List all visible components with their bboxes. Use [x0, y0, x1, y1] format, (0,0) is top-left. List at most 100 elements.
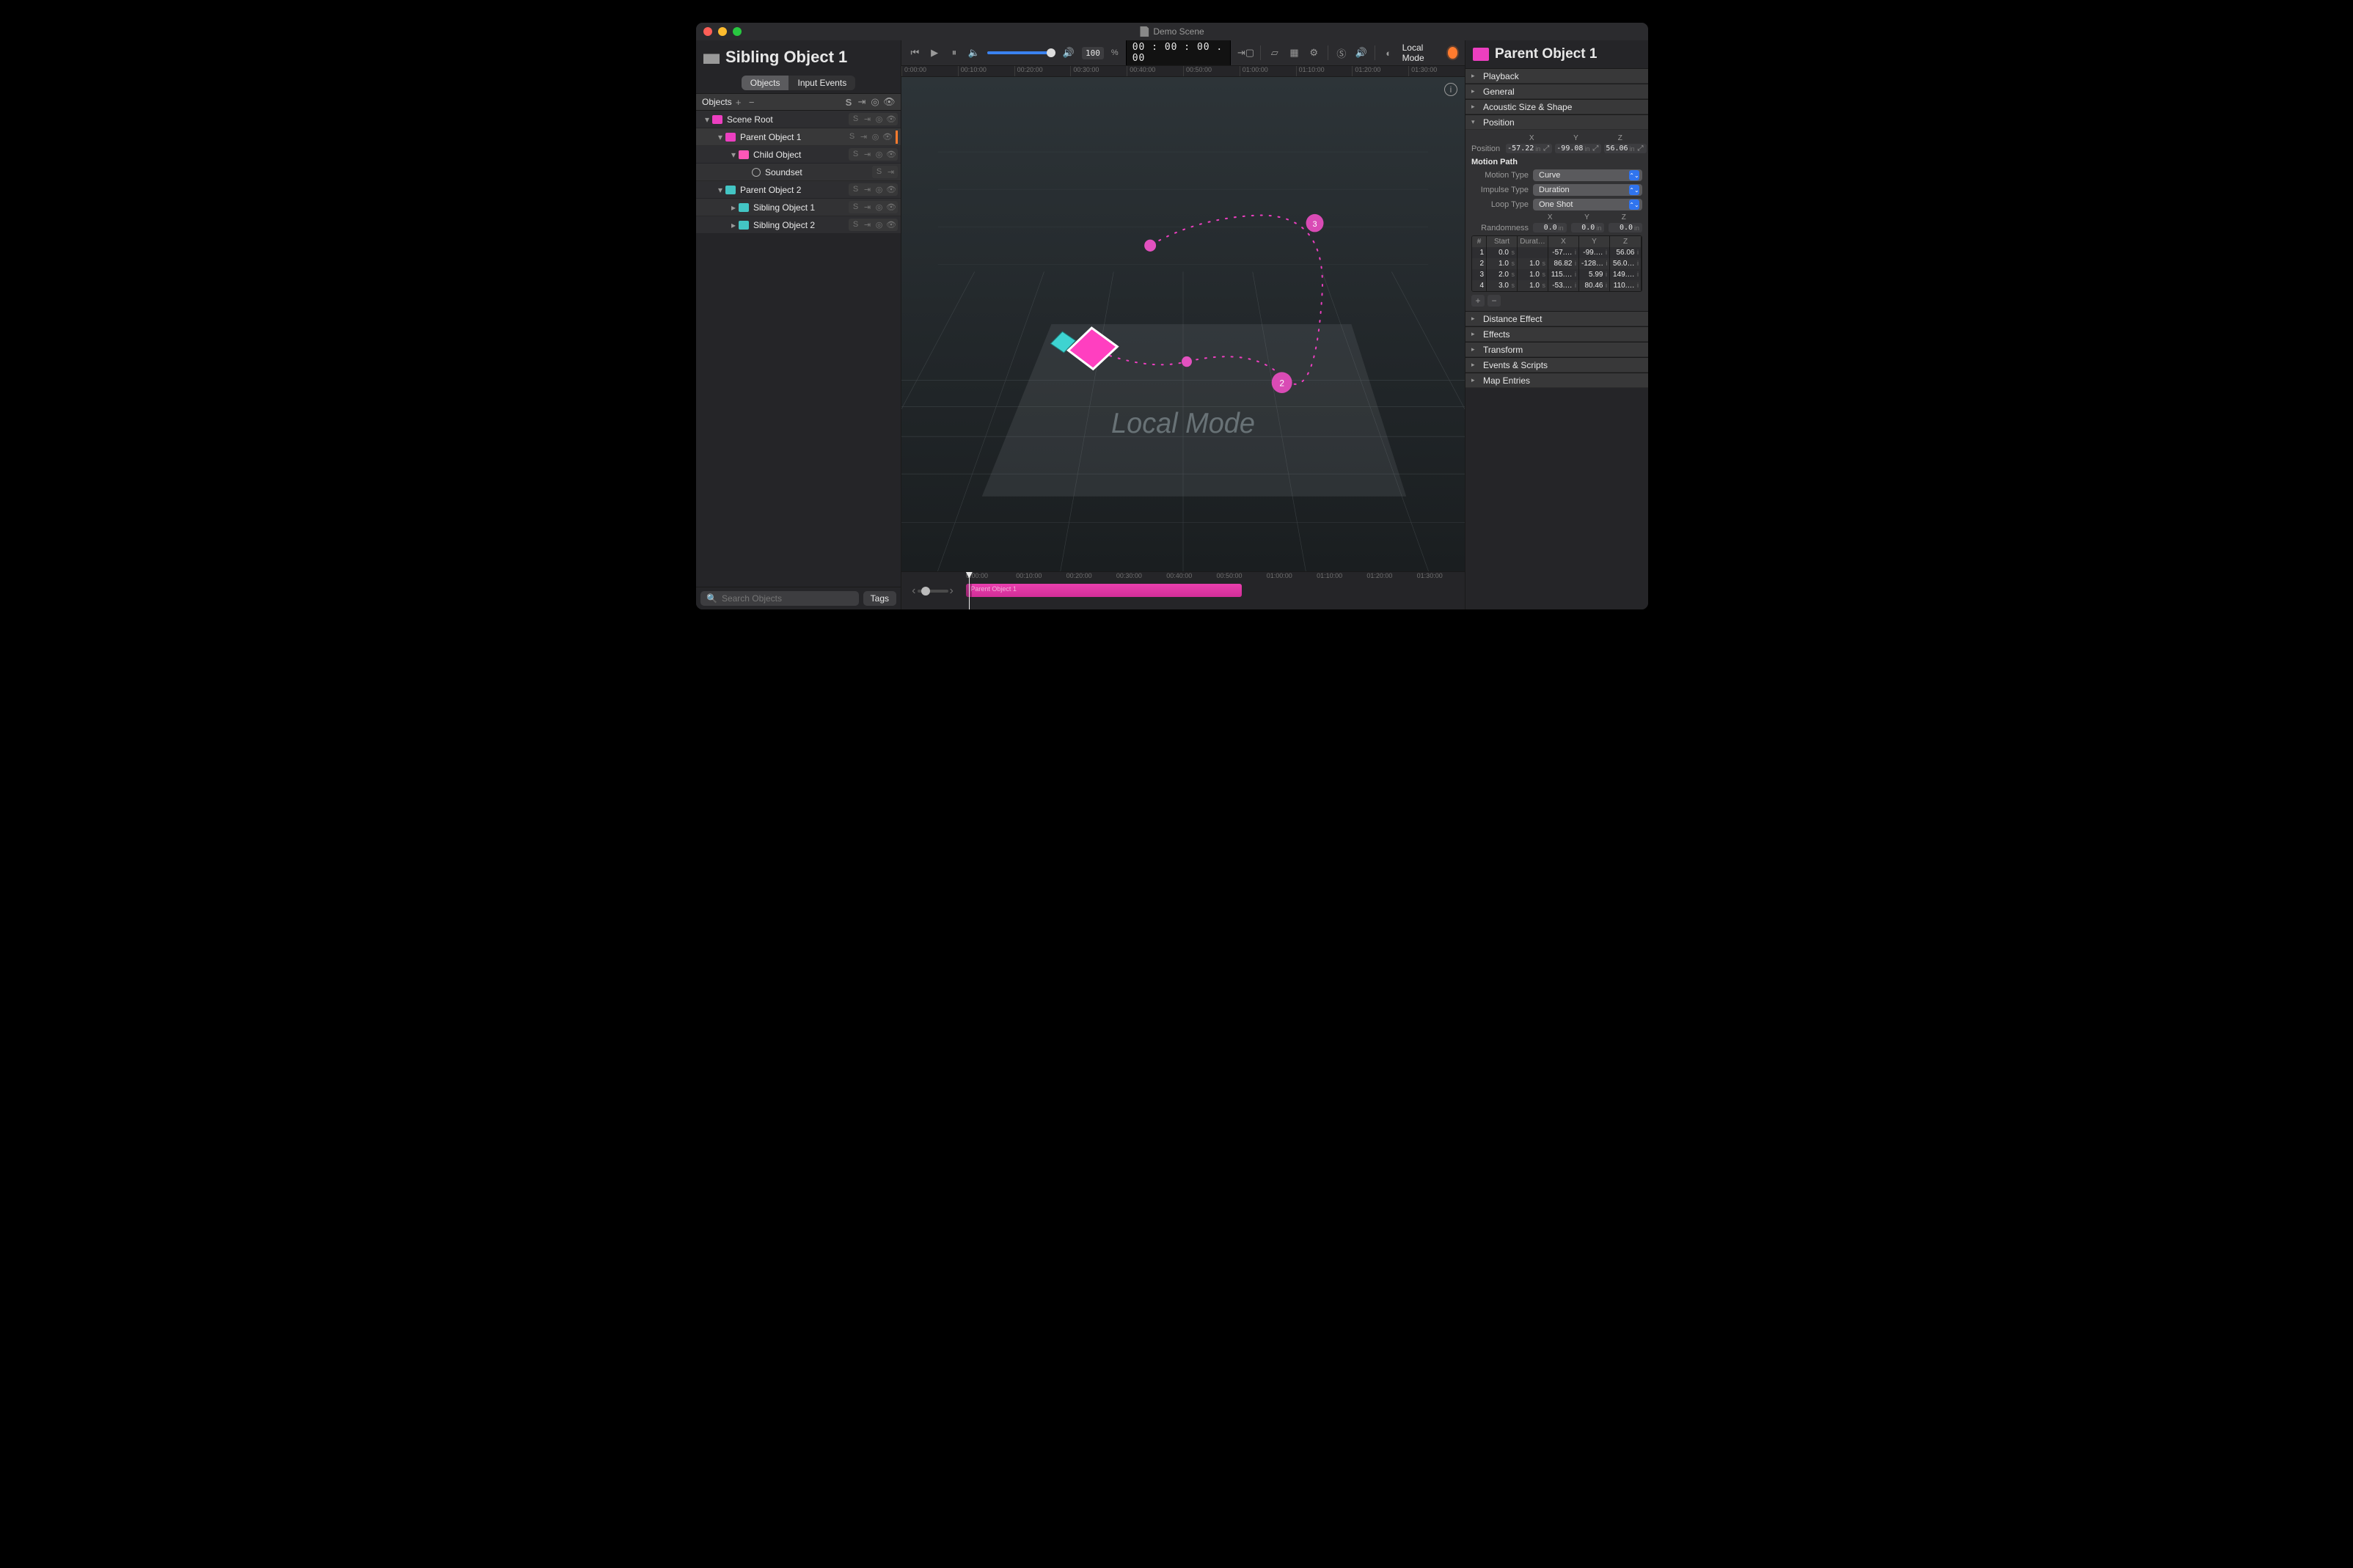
- motion-type-dropdown[interactable]: Curve⌃⌄: [1533, 169, 1642, 181]
- remove-object-button[interactable]: −: [747, 97, 757, 108]
- target-toggle[interactable]: ◎: [874, 185, 884, 194]
- settings-icon[interactable]: ⚙: [1308, 45, 1320, 60]
- disclose-toggle[interactable]: ▸: [728, 202, 739, 213]
- zoom-value[interactable]: 100: [1082, 47, 1104, 59]
- tags-button[interactable]: Tags: [863, 591, 896, 606]
- disclose-toggle[interactable]: ▾: [702, 114, 712, 125]
- visibility-toggle[interactable]: 👁: [882, 132, 892, 142]
- target-toggle[interactable]: ◎: [874, 220, 884, 230]
- timeline-tracks[interactable]: 0:00:0000:10:0000:20:0000:30:0000:40:000…: [964, 572, 1465, 609]
- waypoint-2[interactable]: 2: [1272, 372, 1292, 393]
- add-object-button[interactable]: +: [733, 97, 744, 108]
- solo-toggle[interactable]: S: [851, 202, 860, 212]
- tree-row[interactable]: ▾Child ObjectS⇥◎👁: [696, 146, 901, 164]
- expand-icon[interactable]: ⤢: [1636, 144, 1645, 153]
- loop-type-dropdown[interactable]: One Shot⌃⌄: [1533, 199, 1642, 210]
- section-playback[interactable]: ▸Playback: [1465, 68, 1648, 84]
- solo-toggle[interactable]: S: [851, 150, 860, 159]
- expand-icon[interactable]: ⤢: [1591, 144, 1600, 153]
- table-row[interactable]: 10.0 s-57.… i-99.… i56.06 i: [1472, 247, 1642, 258]
- scrub-right-arrow[interactable]: ›: [950, 585, 954, 598]
- tab-objects[interactable]: Objects: [742, 76, 789, 90]
- volume-up-icon[interactable]: 🔊: [1062, 45, 1075, 60]
- mute-toggle[interactable]: ⇥: [859, 132, 868, 142]
- position-x-input[interactable]: -57.22in⤢: [1506, 144, 1552, 153]
- randomness-z-input[interactable]: 0.0in: [1609, 223, 1642, 232]
- time-ruler-top[interactable]: 0:00:0000:10:0000:20:0000:30:0000:40:000…: [901, 65, 1465, 77]
- solo-toggle[interactable]: S: [847, 132, 857, 142]
- motion-path-end-node[interactable]: [1144, 240, 1156, 252]
- s-mode-icon[interactable]: Ⓢ: [1335, 45, 1347, 60]
- disclose-toggle[interactable]: ▾: [715, 132, 725, 142]
- section-distance[interactable]: ▸Distance Effect: [1465, 311, 1648, 326]
- tree-row[interactable]: ▾Parent Object 1S⇥◎👁: [696, 128, 901, 146]
- mute-toggle[interactable]: ⇥: [863, 114, 872, 124]
- time-ruler-bottom[interactable]: 0:00:0000:10:0000:20:0000:30:0000:40:000…: [964, 572, 1465, 582]
- tree-row[interactable]: ▸Sibling Object 2S⇥◎👁: [696, 216, 901, 234]
- timeline-clip[interactable]: Parent Object 1: [966, 584, 1242, 597]
- play-button[interactable]: ▶: [929, 45, 941, 60]
- playhead[interactable]: [969, 572, 970, 609]
- mute-toggle[interactable]: ⇥: [863, 202, 872, 212]
- solo-toggle[interactable]: S: [874, 167, 884, 177]
- target-toggle[interactable]: ◎: [874, 150, 884, 159]
- table-add-row-button[interactable]: +: [1471, 295, 1485, 307]
- tab-input-events[interactable]: Input Events: [788, 76, 855, 90]
- randomness-y-input[interactable]: 0.0in: [1571, 223, 1605, 232]
- section-map[interactable]: ▸Map Entries: [1465, 373, 1648, 388]
- visibility-toggle[interactable]: 👁: [886, 185, 896, 194]
- solo-toggle[interactable]: S: [851, 185, 860, 194]
- pause-button[interactable]: ⏸: [948, 45, 961, 60]
- record-indicator-icon[interactable]: [1448, 47, 1457, 59]
- target-toggle[interactable]: ◎: [874, 202, 884, 212]
- solo-toggle[interactable]: S: [851, 220, 860, 230]
- search-objects-field[interactable]: [722, 593, 853, 604]
- audio-icon[interactable]: 🔊: [1355, 45, 1367, 60]
- to-start-button[interactable]: ⏮: [909, 45, 921, 60]
- position-z-input[interactable]: 56.06in⤢: [1604, 144, 1646, 153]
- frame-step-icon[interactable]: ⇥▢: [1238, 45, 1253, 60]
- timecode-display[interactable]: 00 : 00 : 00 . 00: [1126, 39, 1232, 67]
- motion-path-node[interactable]: [1182, 356, 1192, 367]
- tree-row[interactable]: ▾Scene RootS⇥◎👁: [696, 111, 901, 128]
- mute-toggle[interactable]: ⇥: [863, 150, 872, 159]
- disclose-toggle[interactable]: ▾: [728, 150, 739, 160]
- solo-toggle[interactable]: S: [851, 114, 860, 124]
- visibility-toggle[interactable]: 👁: [886, 220, 896, 230]
- th-y[interactable]: Y: [1579, 236, 1610, 247]
- scrub-left-arrow[interactable]: ‹: [912, 585, 915, 598]
- timeline-zoom-scrub[interactable]: ‹ ›: [901, 572, 964, 609]
- table-remove-row-button[interactable]: −: [1487, 295, 1501, 307]
- table-row[interactable]: 32.0 s1.0 s115.… i5.99 i149.… i: [1472, 269, 1642, 280]
- tree-row[interactable]: ▸Sibling Object 1S⇥◎👁: [696, 199, 901, 216]
- expand-icon[interactable]: ⤢: [1542, 144, 1551, 153]
- th-start[interactable]: Start: [1487, 236, 1518, 247]
- position-y-input[interactable]: -99.08in⤢: [1555, 144, 1601, 153]
- th-duration[interactable]: Durat…: [1518, 236, 1548, 247]
- target-toggle[interactable]: ◎: [874, 114, 884, 124]
- disclose-toggle[interactable]: ▸: [728, 220, 739, 230]
- visibility-toggle[interactable]: 👁: [886, 114, 896, 124]
- visibility-toggle[interactable]: 👁: [886, 202, 896, 212]
- volume-down-icon[interactable]: 🔈: [967, 45, 980, 60]
- section-general[interactable]: ▸General: [1465, 84, 1648, 99]
- search-objects-input[interactable]: 🔍: [700, 591, 859, 606]
- impulse-type-dropdown[interactable]: Duration⌃⌄: [1533, 184, 1642, 196]
- contrast-icon[interactable]: ◐: [1383, 45, 1395, 60]
- tree-row[interactable]: SoundsetS⇥: [696, 164, 901, 181]
- close-button[interactable]: [703, 27, 712, 36]
- waypoint-3[interactable]: 3: [1306, 214, 1324, 232]
- th-index[interactable]: #: [1472, 236, 1487, 247]
- disclose-toggle[interactable]: ▾: [715, 185, 725, 195]
- th-z[interactable]: Z: [1610, 236, 1642, 247]
- mute-toggle[interactable]: ⇥: [863, 185, 872, 194]
- table-row[interactable]: 21.0 s1.0 s86.82 i-128… i56.0… i: [1472, 258, 1642, 269]
- perspective-icon[interactable]: ▱: [1268, 45, 1281, 60]
- tree-row[interactable]: ▾Parent Object 2S⇥◎👁: [696, 181, 901, 199]
- section-transform[interactable]: ▸Transform: [1465, 342, 1648, 357]
- mute-toggle[interactable]: ⇥: [863, 220, 872, 230]
- table-row[interactable]: 43.0 s1.0 s-53.… i80.46 i110.… i: [1472, 280, 1642, 291]
- mute-toggle[interactable]: ⇥: [886, 167, 896, 177]
- grid-icon[interactable]: ▦: [1288, 45, 1300, 60]
- visibility-toggle[interactable]: 👁: [886, 150, 896, 159]
